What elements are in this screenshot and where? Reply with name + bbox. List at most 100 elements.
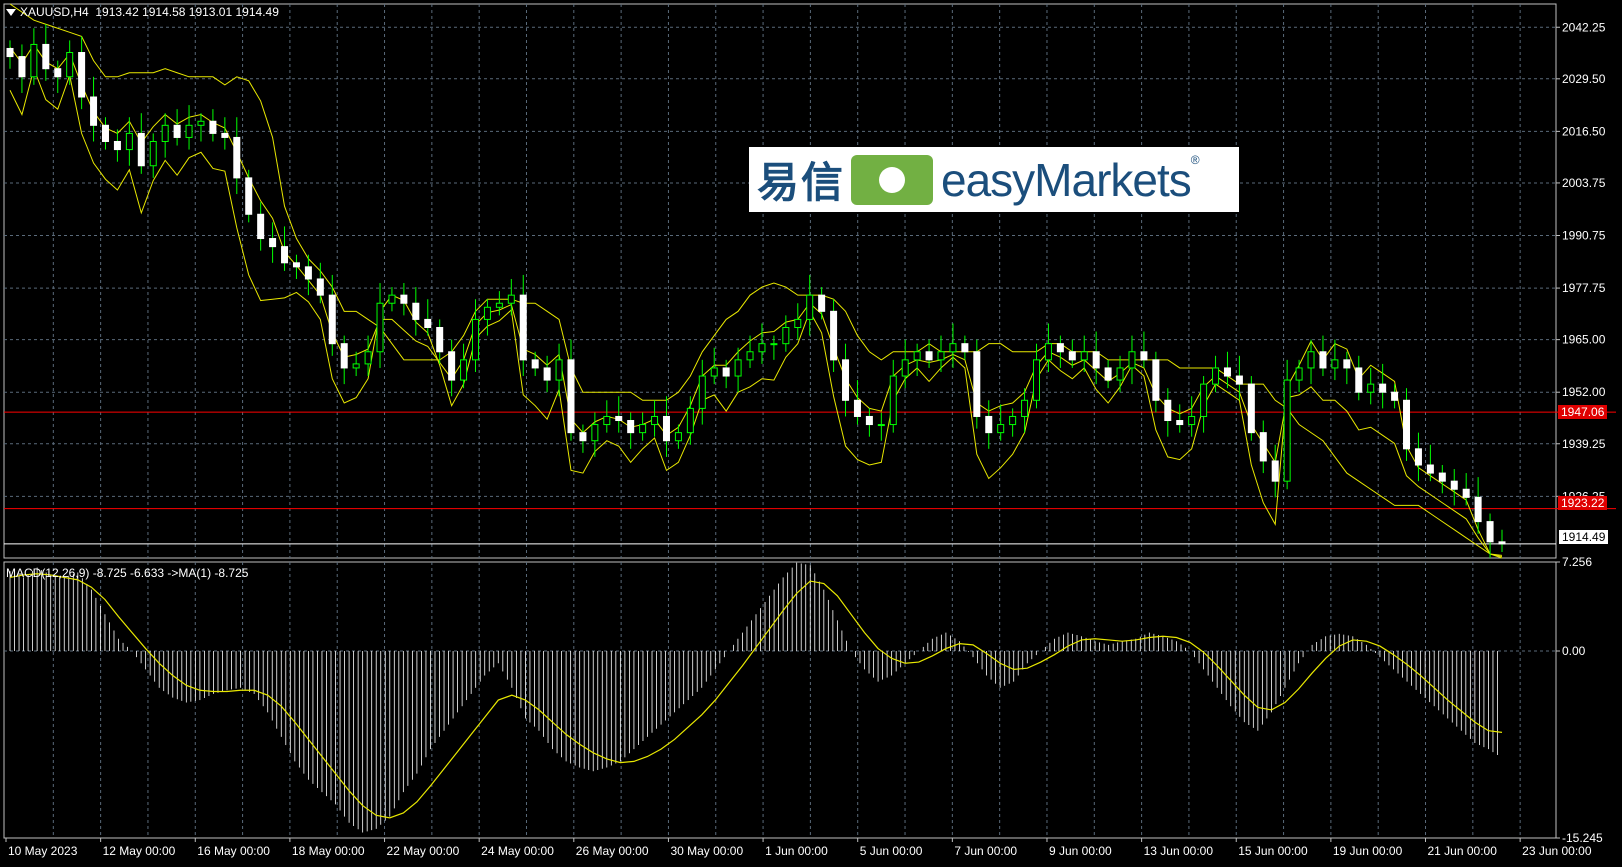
macd-tick-label: 7.256: [1562, 555, 1592, 569]
time-tick-label: 13 Jun 00:00: [1144, 844, 1214, 858]
candle-body: [710, 367, 718, 377]
candle-body: [853, 399, 861, 417]
candle-body: [877, 424, 885, 427]
candle-body: [1295, 367, 1303, 381]
candle-body: [591, 424, 599, 442]
candle-body: [1188, 415, 1196, 426]
candle-body: [1462, 488, 1470, 498]
candle-body: [794, 318, 802, 329]
candle-body: [782, 327, 790, 345]
candle-body: [78, 52, 86, 98]
candle-body: [1140, 351, 1148, 361]
time-tick-label: 10 May 2023: [8, 844, 78, 858]
candle-body: [424, 318, 432, 329]
candle-body: [937, 351, 945, 361]
candle-body: [746, 351, 754, 361]
candle-body: [281, 246, 289, 264]
logo-mark-icon: [851, 154, 934, 205]
candle-body: [1331, 359, 1339, 369]
price-tick-label: 1939.25: [1562, 437, 1606, 451]
time-tick-label: 18 May 00:00: [292, 844, 365, 858]
candle-body: [1438, 472, 1446, 482]
time-tick-label: 21 Jun 00:00: [1428, 844, 1498, 858]
candle-body: [1092, 351, 1100, 369]
candle-body: [436, 327, 444, 353]
candle-body: [209, 120, 217, 134]
candle-body: [400, 294, 408, 304]
macd-indicator-label: MACD(12,26,9) -8.725 -6.633 ->MA(1) -8.7…: [6, 566, 249, 580]
candle-body: [161, 124, 169, 142]
candle-body: [6, 47, 14, 58]
price-tick-label: 2003.75: [1562, 176, 1606, 190]
candle-body: [734, 359, 742, 377]
candle-body: [758, 343, 766, 353]
time-tick-label: 15 Jun 00:00: [1238, 844, 1308, 858]
candle-body: [830, 310, 838, 361]
candle-body: [651, 415, 659, 426]
time-tick-label: 26 May 00:00: [576, 844, 649, 858]
chart-window[interactable]: 2042.25 2029.50 2016.50 2003.75 1990.75 1977.…: [0, 0, 1622, 862]
macd-tick-label: 0.00: [1562, 644, 1586, 658]
candle-body: [1283, 379, 1291, 482]
candle-body: [1450, 480, 1458, 490]
time-tick-label: 9 Jun 00:00: [1049, 844, 1112, 858]
price-tick-label: 1965.00: [1562, 333, 1606, 347]
candle-body: [627, 420, 635, 434]
candle-body: [985, 415, 993, 434]
price-tick-label: 2016.50: [1562, 124, 1606, 138]
candle-body: [1474, 496, 1482, 523]
candle-body: [245, 177, 253, 215]
candle-body: [137, 132, 145, 167]
candle-body: [185, 124, 193, 138]
candle-body: [221, 132, 229, 138]
candle-body: [18, 56, 26, 78]
easymarkets-logo: 易信 easyMarkets ®: [749, 147, 1239, 212]
candle-body: [1200, 383, 1208, 417]
candle-body: [507, 294, 515, 304]
candle-body: [1068, 351, 1076, 361]
candle-body: [925, 351, 933, 361]
candle-body: [1235, 375, 1243, 385]
candle-body: [1307, 351, 1315, 369]
candle-body: [460, 359, 468, 381]
candle-body: [388, 294, 396, 304]
candle-body: [1152, 359, 1160, 401]
candle-body: [376, 302, 384, 353]
candle-body: [1032, 359, 1040, 401]
candle-body: [90, 96, 98, 126]
candle-body: [364, 351, 372, 365]
main-panel-header: XAUUSD,H4 1913.42 1914.58 1913.01 1914.4…: [6, 5, 279, 19]
candle-body: [30, 43, 38, 78]
candle-body: [125, 132, 133, 151]
logo-chinese-text: 易信: [757, 158, 846, 207]
candle-body: [1056, 343, 1064, 353]
candle-body: [257, 213, 265, 240]
candle-body: [519, 294, 527, 361]
candle-body: [698, 375, 706, 409]
macd-tick-label: -15.245: [1562, 831, 1603, 845]
candle-body: [615, 415, 623, 422]
candle-body: [101, 124, 109, 142]
price-tick-label: 2042.25: [1562, 20, 1606, 34]
candle-body: [113, 140, 121, 151]
candle-body: [1044, 343, 1052, 361]
candle-body: [1128, 351, 1136, 369]
price-chart[interactable]: 2042.25 2029.50 2016.50 2003.75 1990.75 1977.…: [0, 0, 1622, 862]
candle-body: [662, 415, 670, 442]
time-tick-label: 22 May 00:00: [387, 844, 460, 858]
candle-body: [806, 294, 814, 320]
logo-registered-mark: ®: [1190, 153, 1200, 167]
candle-body: [1164, 399, 1172, 422]
current-price-tag: 1914.49: [1558, 529, 1610, 545]
candle-body: [567, 359, 575, 434]
candle-body: [173, 124, 181, 138]
level-price-tag-1: 1947.06: [1558, 405, 1608, 419]
candle-body: [865, 415, 873, 426]
candle-body: [269, 238, 277, 248]
candle-body: [1319, 351, 1327, 369]
candle-body: [304, 266, 312, 280]
candle-body: [889, 375, 897, 426]
dropdown-triangle-icon[interactable]: [6, 9, 16, 17]
candle-body: [1247, 383, 1255, 434]
candle-body: [66, 52, 74, 78]
